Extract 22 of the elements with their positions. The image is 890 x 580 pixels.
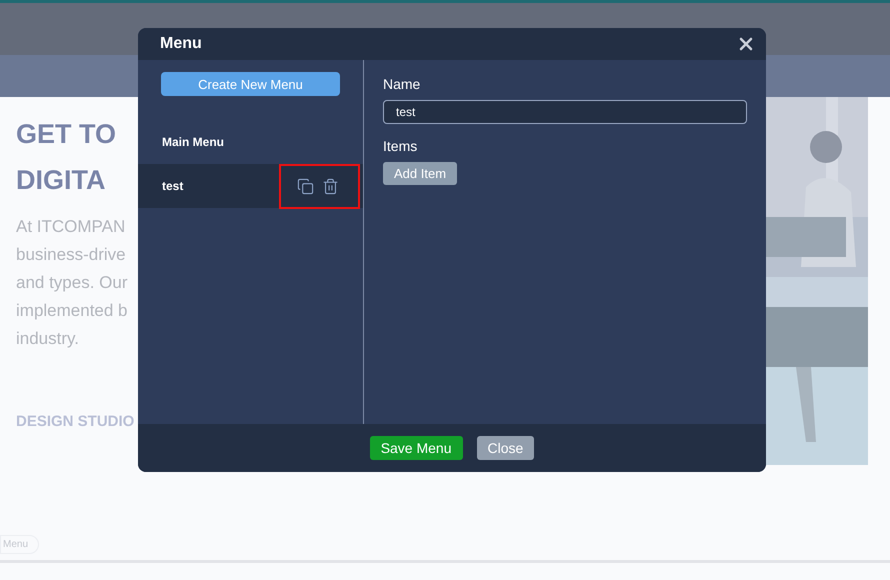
name-label: Name (383, 76, 420, 92)
add-item-button[interactable]: Add Item (383, 162, 458, 185)
menu-list-item[interactable]: test (138, 164, 363, 208)
menu-name: Main Menu (162, 135, 224, 149)
items-label: Items (383, 138, 418, 154)
menu-name: test (162, 179, 184, 193)
menu-list-item[interactable]: Main Menu (138, 120, 363, 164)
save-button[interactable]: Save Menu (370, 436, 463, 460)
logo-text: DESIGN STUDIO (16, 413, 136, 430)
copy-icon[interactable] (297, 178, 314, 194)
page-paragraph-line: business-drive (16, 244, 127, 266)
page-heading: GET TO (16, 118, 116, 151)
page-paragraph-line: and types. Our (16, 272, 129, 294)
trash-icon[interactable] (322, 178, 339, 194)
create-menu-button[interactable]: Create New Menu (161, 72, 340, 96)
page-paragraph-line: At ITCOMPAN (16, 216, 126, 238)
page-paragraph-line: implemented b (16, 300, 129, 322)
close-button[interactable]: Close (476, 436, 534, 460)
dialog-title: Menu (160, 35, 202, 53)
page-heading: DIGITA (16, 164, 106, 197)
page-paragraph-line: industry. (16, 328, 80, 350)
name-field[interactable]: test (383, 100, 747, 124)
